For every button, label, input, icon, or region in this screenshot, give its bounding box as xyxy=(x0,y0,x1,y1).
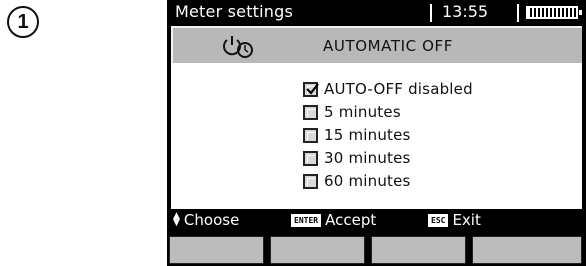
option-30-minutes[interactable]: 30 minutes xyxy=(303,148,411,168)
options-panel: AUTO-OFF disabled 5 minutes 15 minutes 3… xyxy=(171,63,582,209)
hint-exit: ESC Exit xyxy=(428,211,481,229)
checkbox[interactable] xyxy=(303,104,318,120)
esc-key-badge: ESC xyxy=(428,213,449,227)
status-time: 13:55 xyxy=(442,2,489,21)
checkbox[interactable] xyxy=(303,127,318,143)
checkbox-checked[interactable] xyxy=(303,81,319,97)
hint-choose-label: Choose xyxy=(183,211,240,229)
option-5-minutes[interactable]: 5 minutes xyxy=(303,102,401,122)
checkmark-icon xyxy=(306,82,319,95)
option-15-minutes[interactable]: 15 minutes xyxy=(303,125,411,145)
softkey-4[interactable] xyxy=(472,236,582,264)
option-label: 60 minutes xyxy=(324,172,411,190)
step-number-badge: 1 xyxy=(7,6,39,38)
status-bar: Meter settings 13:55 xyxy=(167,0,586,26)
option-60-minutes[interactable]: 60 minutes xyxy=(303,171,411,191)
battery-full-icon xyxy=(526,6,582,19)
option-auto-off-disabled[interactable]: AUTO-OFF disabled xyxy=(303,79,473,99)
status-divider xyxy=(430,4,432,22)
hint-choose: ▲ ▼ Choose xyxy=(173,211,239,229)
option-label: AUTO-OFF disabled xyxy=(324,80,473,98)
option-label: 5 minutes xyxy=(324,103,401,121)
up-down-arrows-icon: ▲ ▼ xyxy=(173,211,180,228)
hint-exit-label: Exit xyxy=(452,211,481,229)
option-label: 15 minutes xyxy=(324,126,411,144)
checkbox[interactable] xyxy=(303,173,318,189)
checkbox[interactable] xyxy=(303,150,318,166)
hint-accept-label: Accept xyxy=(325,211,377,229)
hint-accept: ENTER Accept xyxy=(291,211,376,229)
softkey-1[interactable] xyxy=(169,236,264,264)
enter-key-badge: ENTER xyxy=(291,213,322,227)
screen-header: AUTOMATIC OFF xyxy=(171,26,582,63)
timer-power-icon xyxy=(223,36,253,58)
step-number: 1 xyxy=(17,10,29,33)
status-divider xyxy=(517,4,519,22)
option-label: 30 minutes xyxy=(324,149,411,167)
meter-screen: Meter settings 13:55 AUTOMATIC OFF AUTO-… xyxy=(167,0,586,266)
screen-title: AUTOMATIC OFF xyxy=(323,37,453,55)
status-title: Meter settings xyxy=(175,2,294,21)
softkey-3[interactable] xyxy=(371,236,466,264)
footer-hints: ▲ ▼ Choose ENTER Accept ESC Exit xyxy=(167,209,586,231)
softkey-2[interactable] xyxy=(270,236,365,264)
